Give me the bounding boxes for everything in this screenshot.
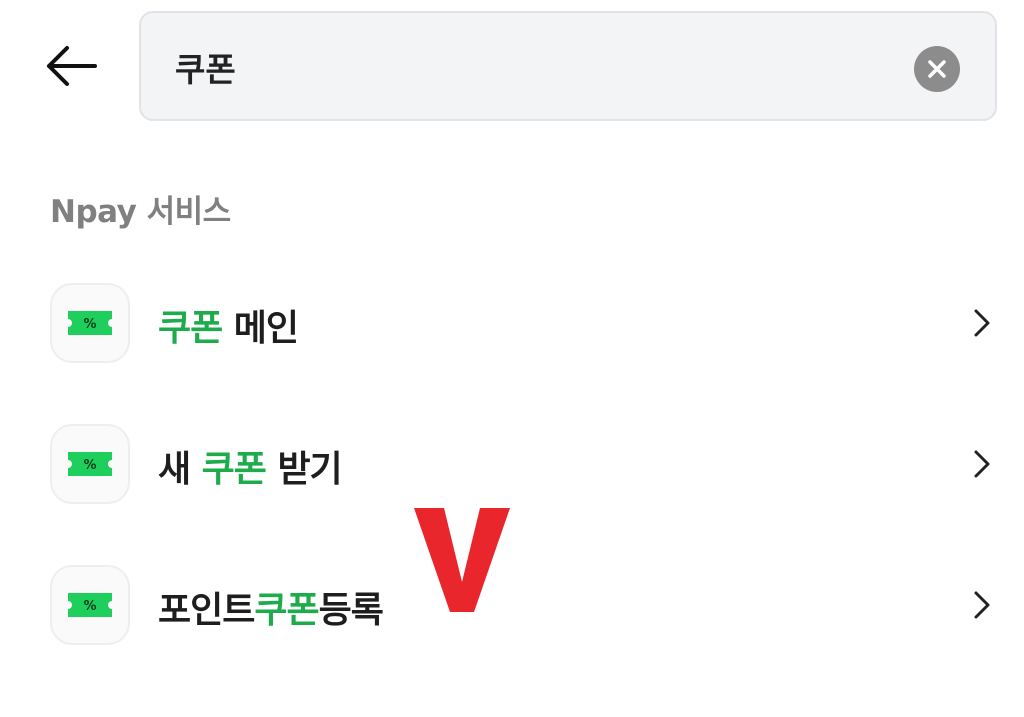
chevron-right-icon [974,450,990,478]
search-box [139,11,997,121]
coupon-ticket-icon: % [68,593,112,617]
highlighted-keyword: 쿠폰 [201,449,267,490]
section-title: Npay 서비스 [50,194,231,230]
search-screen: Npay 서비스 % 쿠폰 메인 % 새 쿠폰 받기 [0,0,1024,717]
highlighted-keyword: 쿠폰 [254,590,319,631]
service-icon: % [50,424,130,504]
search-input[interactable] [175,37,875,97]
highlighted-keyword: 쿠폰 [158,308,223,349]
red-v-annotation-mark [414,508,510,612]
chevron-right-icon [974,309,990,337]
coupon-ticket-icon: % [68,452,112,476]
service-icon: % [50,283,130,363]
coupon-ticket-icon: % [68,311,112,335]
arrow-left-icon [47,46,97,86]
svg-text:%: % [83,599,96,614]
svg-text:%: % [83,317,96,332]
back-button[interactable] [40,40,102,92]
clear-circle-x-icon [928,60,946,78]
result-item-coupon-main[interactable]: % 쿠폰 메인 [0,273,1024,373]
svg-text:%: % [83,458,96,473]
result-item-label: 포인트쿠폰등록 [158,590,384,631]
result-item-label: 쿠폰 메인 [158,308,299,349]
clear-search-button[interactable] [914,46,960,92]
result-item-label: 새 쿠폰 받기 [158,449,343,490]
chevron-right-icon [974,591,990,619]
service-icon: % [50,565,130,645]
result-item-new-coupon[interactable]: % 새 쿠폰 받기 [0,414,1024,514]
